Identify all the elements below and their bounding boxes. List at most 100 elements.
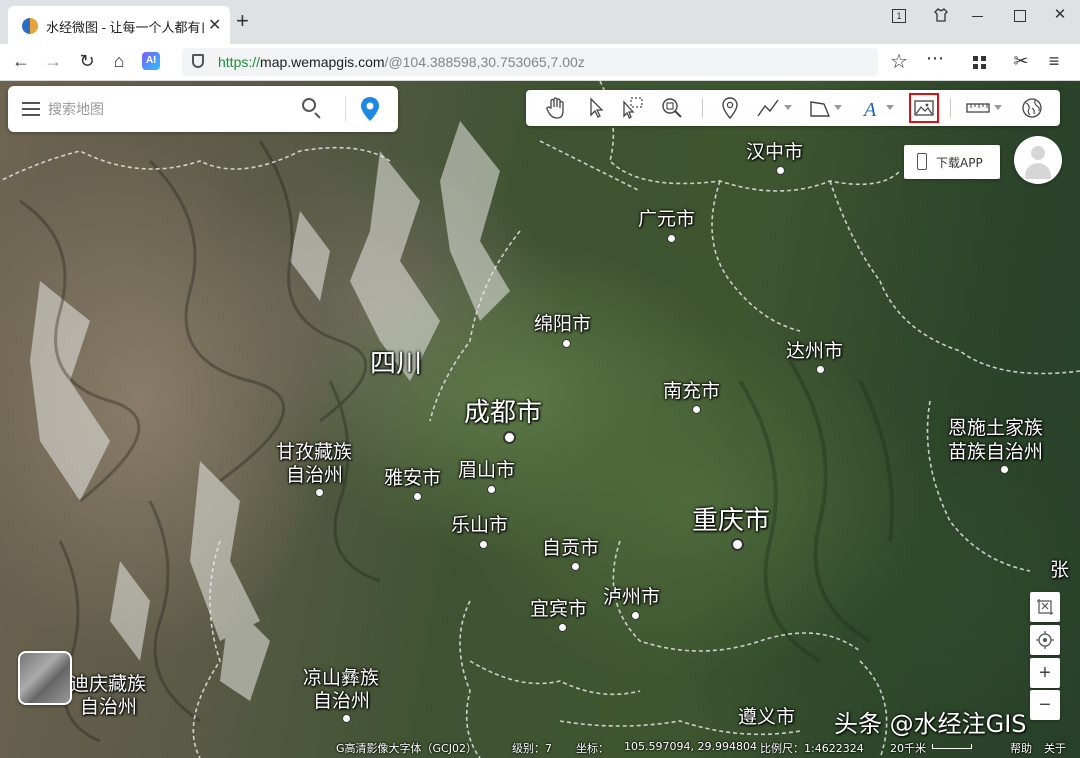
basemap-layer-switcher[interactable] bbox=[18, 651, 72, 705]
city-dot-mianyang[interactable] bbox=[562, 339, 571, 348]
browser-tab[interactable]: 水经微图 - 让每一个人都有自 ✕ bbox=[8, 6, 230, 44]
help-link[interactable]: 帮助 bbox=[1010, 740, 1032, 756]
label-chengdu[interactable]: 成都市 bbox=[464, 398, 542, 428]
zoom-in-button[interactable]: + bbox=[1030, 658, 1060, 688]
label-diqing-line1[interactable]: 迪庆藏族 bbox=[70, 673, 146, 695]
polygon-dropdown-caret[interactable] bbox=[834, 105, 842, 110]
hamburger-menu-icon[interactable] bbox=[22, 102, 40, 116]
city-dot-yibin[interactable] bbox=[558, 623, 567, 632]
avatar-body-shape bbox=[1025, 163, 1051, 179]
home-button[interactable]: ⌂ bbox=[106, 48, 132, 74]
label-enshi-line1[interactable]: 恩施土家族 bbox=[948, 417, 1043, 439]
satellite-map[interactable]: 汉中市 广元市 绵阳市 四川 成都市 达州市 南充市 恩施土家族 苗族自治州 甘… bbox=[0, 81, 1080, 758]
city-dot-liangshan[interactable] bbox=[342, 714, 351, 723]
label-guangyuan[interactable]: 广元市 bbox=[638, 208, 695, 230]
label-zunyi[interactable]: 遵义市 bbox=[738, 706, 795, 728]
text-tool[interactable]: A bbox=[858, 94, 886, 122]
about-link[interactable]: 关于 bbox=[1044, 740, 1066, 756]
text-dropdown-caret[interactable] bbox=[886, 105, 894, 110]
reload-button[interactable]: ↻ bbox=[74, 48, 100, 74]
extensions-icon[interactable] bbox=[966, 48, 992, 74]
polyline-dropdown-caret[interactable] bbox=[784, 105, 792, 110]
scale-bar bbox=[932, 744, 972, 749]
minimize-button[interactable] bbox=[962, 4, 992, 26]
bookmark-star-icon[interactable]: ☆ bbox=[890, 49, 908, 74]
label-diqing-line2[interactable]: 自治州 bbox=[80, 696, 137, 718]
label-sichuan-province[interactable]: 四川 bbox=[370, 349, 422, 379]
globe-tool[interactable] bbox=[1018, 94, 1046, 122]
label-enshi-line2[interactable]: 苗族自治州 bbox=[948, 441, 1043, 463]
city-dot-zigong[interactable] bbox=[571, 562, 580, 571]
city-dot-leshan[interactable] bbox=[479, 540, 488, 549]
label-chongqing[interactable]: 重庆市 bbox=[692, 506, 770, 536]
select-box-tool[interactable] bbox=[618, 94, 646, 122]
label-liangshan-line1[interactable]: 凉山彝族 bbox=[303, 667, 379, 689]
city-dot-guangyuan[interactable] bbox=[667, 234, 676, 243]
label-yibin[interactable]: 宜宾市 bbox=[530, 598, 587, 620]
watermark-text: 头条 @水经注GIS bbox=[834, 710, 1027, 738]
hand-pan-tool[interactable] bbox=[542, 94, 570, 122]
search-input[interactable] bbox=[46, 95, 290, 125]
marker-tool[interactable] bbox=[716, 94, 744, 122]
city-dot-chongqing[interactable] bbox=[731, 538, 744, 551]
city-dot-ganzi[interactable] bbox=[315, 488, 324, 497]
ai-assistant-icon[interactable]: AI bbox=[142, 52, 160, 70]
label-mianyang[interactable]: 绵阳市 bbox=[534, 313, 591, 335]
screenshot-scissors-icon[interactable]: ✂ bbox=[1008, 48, 1034, 74]
image-tool[interactable] bbox=[909, 93, 939, 123]
user-avatar[interactable] bbox=[1014, 136, 1062, 184]
close-window-button[interactable]: ✕ bbox=[1045, 4, 1075, 26]
polygon-tool[interactable] bbox=[806, 94, 834, 122]
tab-count-icon[interactable]: 1 bbox=[884, 4, 914, 26]
city-dot-enshi[interactable] bbox=[1000, 465, 1009, 474]
label-zhang[interactable]: 张 bbox=[1050, 559, 1069, 581]
browser-nav-bar: ← → ↻ ⌂ AI https://map.wemapgis.com/@104… bbox=[0, 44, 1080, 81]
download-app-button[interactable]: 下载APP bbox=[904, 145, 1000, 179]
label-yaan[interactable]: 雅安市 bbox=[384, 467, 441, 489]
zoom-box-tool[interactable] bbox=[658, 94, 686, 122]
tab-title: 水经微图 - 让每一个人都有自 bbox=[46, 20, 204, 35]
svg-text:A: A bbox=[862, 99, 877, 121]
more-options-icon[interactable]: ⋯ bbox=[926, 48, 944, 69]
locate-button[interactable] bbox=[1030, 625, 1060, 655]
city-dot-yaan[interactable] bbox=[413, 492, 422, 501]
url-text[interactable]: https://map.wemapgis.com/@104.388598,30.… bbox=[218, 54, 585, 70]
label-meishan[interactable]: 眉山市 bbox=[458, 459, 515, 481]
skin-icon[interactable] bbox=[926, 4, 956, 26]
city-dot-nanchong[interactable] bbox=[692, 405, 701, 414]
ruler-icon bbox=[966, 103, 990, 113]
maximize-button[interactable] bbox=[1005, 4, 1035, 26]
city-dot-luzhou[interactable] bbox=[631, 611, 640, 620]
city-dot-hanzhong[interactable] bbox=[776, 166, 785, 175]
label-liangshan-line2[interactable]: 自治州 bbox=[313, 690, 370, 712]
address-bar[interactable]: https://map.wemapgis.com/@104.388598,30.… bbox=[182, 48, 944, 76]
location-pin-icon[interactable] bbox=[360, 96, 380, 122]
label-luzhou[interactable]: 泸州市 bbox=[603, 586, 660, 608]
avatar-head-shape bbox=[1031, 146, 1045, 160]
search-icon[interactable] bbox=[302, 98, 316, 112]
city-dot-dazhou[interactable] bbox=[816, 365, 825, 374]
zoom-out-button[interactable]: − bbox=[1030, 690, 1060, 720]
label-dazhou[interactable]: 达州市 bbox=[786, 340, 843, 362]
city-dot-chengdu[interactable] bbox=[503, 431, 516, 444]
label-hanzhong[interactable]: 汉中市 bbox=[746, 141, 803, 163]
polyline-tool[interactable] bbox=[754, 94, 782, 122]
new-tab-button[interactable]: + bbox=[236, 10, 249, 32]
label-ganzi-line2[interactable]: 自治州 bbox=[286, 464, 343, 486]
tab-close-icon[interactable]: ✕ bbox=[208, 15, 221, 35]
label-zigong[interactable]: 自贡市 bbox=[542, 537, 599, 559]
label-ganzi-line1[interactable]: 甘孜藏族 bbox=[276, 441, 352, 463]
label-nanchong[interactable]: 南充市 bbox=[663, 380, 720, 402]
label-leshan[interactable]: 乐山市 bbox=[451, 514, 508, 536]
ruler-dropdown-caret[interactable] bbox=[994, 105, 1002, 110]
screenshot-button[interactable] bbox=[1030, 592, 1060, 622]
marker-icon bbox=[722, 97, 738, 120]
url-protocol: https:// bbox=[218, 54, 261, 70]
browser-menu-icon[interactable]: ≡ bbox=[1041, 48, 1067, 74]
city-dot-meishan[interactable] bbox=[487, 485, 496, 494]
security-shield-icon[interactable] bbox=[192, 54, 204, 68]
ruler-tool[interactable] bbox=[964, 94, 992, 122]
back-button[interactable]: ← bbox=[8, 48, 34, 74]
forward-button[interactable]: → bbox=[40, 48, 66, 74]
pointer-tool[interactable] bbox=[582, 94, 610, 122]
